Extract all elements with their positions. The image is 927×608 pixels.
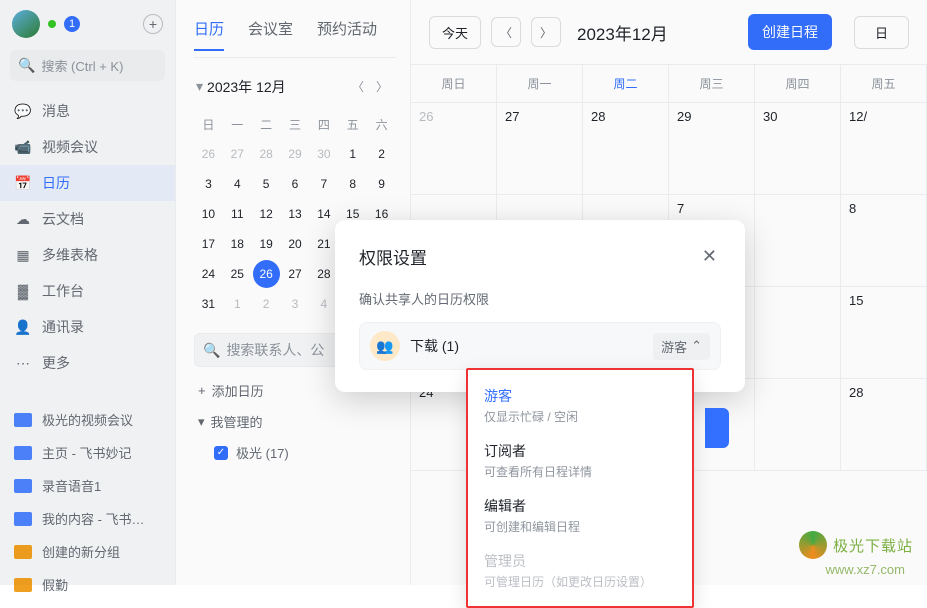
role-option-desc: 可创建和编辑日程 [484,518,676,535]
watermark-text: 极光下载站 [833,535,913,556]
share-user-name: 下载 (1) [410,336,643,356]
role-option-desc: 可管理日历（如更改日历设置） [484,573,676,590]
role-dropdown: 游客仅显示忙碌 / 空闲订阅者可查看所有日程详情编辑者可创建和编辑日程管理员可管… [466,368,694,608]
role-option-title: 编辑者 [484,496,676,516]
modal-title: 权限设置 [359,244,427,269]
role-option-desc: 仅显示忙碌 / 空闲 [484,408,676,425]
role-label: 游客 [661,337,687,356]
watermark-icon [799,531,827,559]
role-option-title: 游客 [484,386,676,406]
group-icon: 👥 [370,331,400,361]
close-icon[interactable]: ✕ [698,242,721,271]
role-option: 管理员可管理日历（如更改日历设置） [468,543,692,598]
role-option[interactable]: 编辑者可创建和编辑日程 [468,488,692,543]
chevron-up-icon: ⌃ [691,338,702,354]
watermark: 极光下载站 [799,531,913,559]
modal-subtitle: 确认共享人的日历权限 [359,289,721,308]
confirm-button[interactable] [705,408,729,448]
role-option-desc: 可查看所有日程详情 [484,463,676,480]
role-option[interactable]: 订阅者可查看所有日程详情 [468,433,692,488]
share-user-row: 👥 下载 (1) 游客 ⌃ [359,322,721,370]
role-option-title: 订阅者 [484,441,676,461]
watermark-url: www.xz7.com [826,562,905,577]
permissions-modal: 权限设置 ✕ 确认共享人的日历权限 👥 下载 (1) 游客 ⌃ [335,220,745,392]
role-option-title: 管理员 [484,551,676,571]
role-option[interactable]: 游客仅显示忙碌 / 空闲 [468,378,692,433]
role-selector[interactable]: 游客 ⌃ [653,333,710,360]
